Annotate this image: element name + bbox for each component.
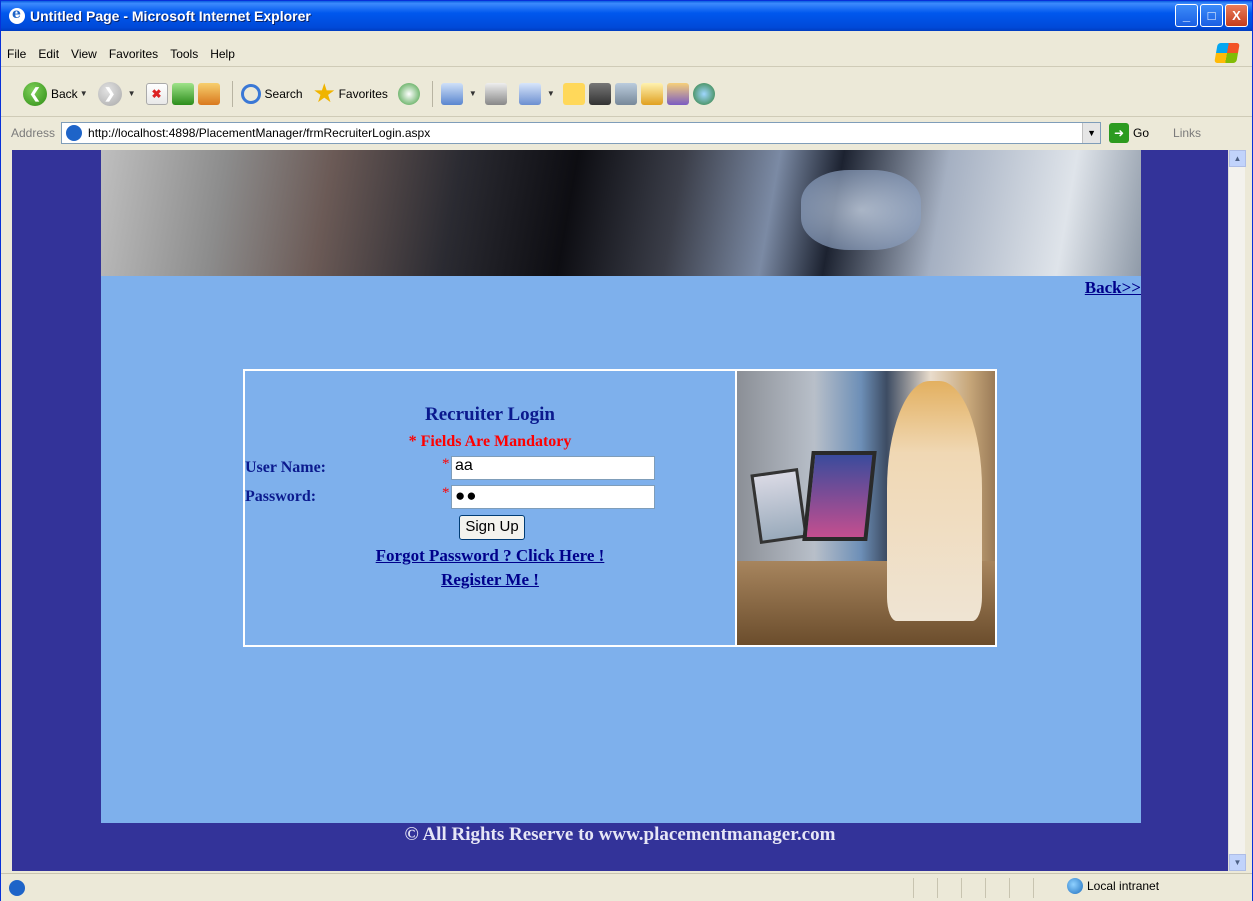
menu-edit[interactable]: Edit bbox=[38, 47, 59, 61]
minimize-button[interactable]: _ bbox=[1175, 4, 1198, 27]
login-title: Recruiter Login bbox=[425, 404, 555, 425]
address-bar: Address http://localhost:4898/PlacementM… bbox=[1, 119, 1252, 147]
ie-icon bbox=[9, 6, 25, 24]
content-panel: Back>> Recruiter Login * Fields Are Mand… bbox=[101, 276, 1141, 823]
address-label: Address bbox=[11, 126, 56, 140]
note-icon[interactable] bbox=[562, 82, 585, 105]
forgot-password-link[interactable]: Forgot Password ? Click Here ! bbox=[245, 546, 735, 566]
search-button[interactable]: Search bbox=[240, 83, 303, 104]
go-label: Go bbox=[1133, 126, 1150, 140]
status-cells bbox=[913, 878, 1057, 898]
stop-icon[interactable]: ✖ bbox=[145, 82, 168, 105]
back-label: Back bbox=[51, 86, 78, 101]
forward-button[interactable]: ❯ ▼ bbox=[97, 81, 136, 106]
links-button[interactable]: Links bbox=[1173, 126, 1201, 140]
scroll-up-icon[interactable]: ▲ bbox=[1229, 150, 1246, 167]
edit-icon[interactable] bbox=[518, 82, 541, 105]
messenger-icon[interactable] bbox=[614, 82, 637, 105]
security-zone[interactable]: Local intranet bbox=[1067, 878, 1159, 894]
print-icon[interactable] bbox=[484, 82, 507, 105]
photo-laptop bbox=[802, 451, 877, 541]
menu-tools[interactable]: Tools bbox=[170, 47, 198, 61]
register-link[interactable]: Register Me ! bbox=[245, 570, 735, 590]
mandatory-note: * Fields Are Mandatory bbox=[408, 433, 572, 450]
back-arrow-icon: ❮ bbox=[23, 81, 47, 106]
go-arrow-icon: ➜ bbox=[1109, 123, 1130, 143]
forward-arrow-icon: ❯ bbox=[97, 81, 122, 106]
search-icon bbox=[240, 83, 261, 104]
chevron-down-icon[interactable]: ▼ bbox=[469, 89, 477, 98]
status-bar: Local intranet bbox=[1, 873, 1252, 901]
intranet-icon bbox=[1067, 878, 1083, 894]
woman-laptop-photo bbox=[735, 371, 995, 645]
refresh-icon[interactable] bbox=[171, 82, 194, 105]
title-bar[interactable]: Untitled Page - Microsoft Internet Explo… bbox=[1, 1, 1252, 31]
star-icon: ★ bbox=[312, 77, 336, 108]
toolbar-divider bbox=[431, 80, 433, 107]
zone-label: Local intranet bbox=[1087, 879, 1160, 893]
menu-bar: File Edit View Favorites Tools Help bbox=[1, 41, 1252, 67]
page-icon bbox=[66, 125, 83, 141]
favorites-button[interactable]: ★ Favorites bbox=[312, 77, 388, 108]
chevron-down-icon[interactable]: ▼ bbox=[1082, 123, 1101, 143]
menu-view[interactable]: View bbox=[71, 47, 97, 61]
chevron-down-icon[interactable]: ▼ bbox=[547, 89, 555, 98]
back-link[interactable]: Back>> bbox=[1085, 278, 1141, 298]
contacts-icon[interactable] bbox=[692, 82, 715, 105]
sign-up-button[interactable]: Sign Up bbox=[459, 515, 525, 540]
mail-icon[interactable] bbox=[440, 82, 463, 105]
window-title: Untitled Page - Microsoft Internet Explo… bbox=[30, 8, 311, 24]
photo-monitor bbox=[750, 468, 808, 544]
favorites-label: Favorites bbox=[338, 86, 388, 101]
address-input[interactable]: http://localhost:4898/PlacementManager/f… bbox=[61, 122, 1102, 144]
required-star: * bbox=[442, 485, 450, 501]
close-button[interactable]: X bbox=[1225, 4, 1248, 27]
header-banner-image bbox=[101, 150, 1141, 276]
menu-file[interactable]: File bbox=[7, 47, 26, 61]
back-button[interactable]: ❮ Back ▼ bbox=[23, 81, 88, 106]
history-icon[interactable] bbox=[397, 82, 420, 105]
password-input[interactable]: ●● bbox=[451, 485, 655, 509]
standard-toolbar: ❮ Back ▼ ❯ ▼ ✖ Search ★ Favorites ▼ ▼ bbox=[1, 71, 1252, 117]
required-star: * bbox=[442, 456, 450, 472]
menu-favorites[interactable]: Favorites bbox=[109, 47, 158, 61]
menu-help[interactable]: Help bbox=[210, 47, 235, 61]
username-label: User Name: bbox=[245, 459, 327, 476]
go-button[interactable]: ➜ Go bbox=[1109, 123, 1149, 143]
photo-person bbox=[887, 381, 982, 621]
banner-highlight bbox=[801, 170, 921, 250]
page-viewport: Back>> Recruiter Login * Fields Are Mand… bbox=[12, 150, 1228, 871]
toolbar-divider bbox=[231, 80, 233, 107]
k-app-icon[interactable] bbox=[588, 82, 611, 105]
search-label: Search bbox=[264, 86, 303, 101]
login-form: Recruiter Login * Fields Are Mandatory U… bbox=[245, 371, 735, 645]
maximize-button[interactable]: □ bbox=[1200, 4, 1223, 27]
chevron-down-icon[interactable]: ▼ bbox=[80, 89, 88, 98]
password-label: Password: bbox=[245, 488, 317, 505]
browser-window: Untitled Page - Microsoft Internet Explo… bbox=[0, 0, 1253, 901]
page-status-icon bbox=[9, 879, 25, 896]
address-url: http://localhost:4898/PlacementManager/f… bbox=[88, 126, 431, 140]
login-box: Recruiter Login * Fields Are Mandatory U… bbox=[243, 369, 997, 647]
username-input[interactable]: aa bbox=[451, 456, 655, 480]
vertical-scrollbar[interactable]: ▲ ▼ bbox=[1228, 150, 1246, 871]
tools-icon[interactable] bbox=[666, 82, 689, 105]
home-icon[interactable] bbox=[197, 82, 220, 105]
scroll-down-icon[interactable]: ▼ bbox=[1229, 854, 1246, 871]
footer-copyright: © All Rights Reserve to www.placementman… bbox=[404, 824, 836, 845]
chevron-down-icon[interactable]: ▼ bbox=[128, 89, 136, 98]
windows-logo-icon bbox=[1214, 43, 1240, 63]
research-icon[interactable] bbox=[640, 82, 663, 105]
